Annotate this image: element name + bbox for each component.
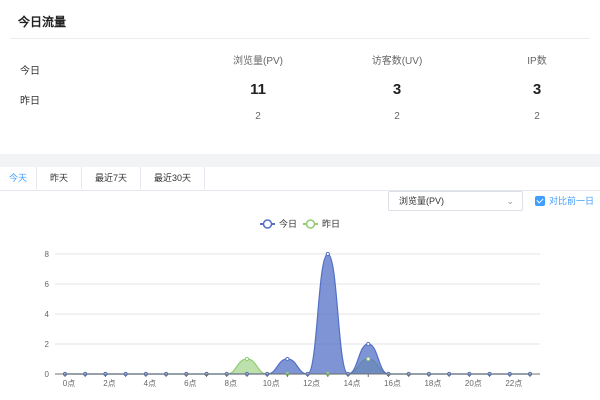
chart-grid [55, 253, 540, 375]
x-tick-label: 16点 [384, 379, 401, 388]
x-tick-label: 10点 [263, 379, 280, 388]
y-tick-label: 8 [45, 250, 50, 259]
x-tick-label: 6点 [184, 379, 196, 388]
y-tick-label: 6 [45, 280, 50, 289]
legend-item-today[interactable]: 今日 [260, 218, 297, 229]
y-tick-label: 2 [45, 340, 50, 349]
chart-legend: 今日 昨日 [260, 218, 340, 229]
y-tick-label: 0 [45, 370, 50, 379]
legend-label-yesterday: 昨日 [322, 218, 340, 229]
data-point-today[interactable] [325, 251, 330, 257]
x-tick-label: 20点 [465, 379, 482, 388]
data-point-yesterday[interactable] [366, 356, 371, 362]
x-tick-label: 2点 [103, 379, 115, 388]
legend-marker-today [262, 219, 273, 229]
legend-item-yesterday[interactable]: 昨日 [303, 218, 340, 229]
x-tick-label: 0点 [63, 379, 75, 388]
legend-marker-yesterday [305, 219, 316, 229]
x-tick-label: 4点 [144, 379, 156, 388]
x-tick-label: 8点 [225, 379, 237, 388]
x-tick-label: 22点 [505, 379, 522, 388]
legend-label-today: 今日 [279, 218, 297, 229]
data-point-today[interactable] [366, 341, 371, 347]
x-tick-label: 18点 [424, 379, 441, 388]
traffic-chart: 今日 昨日 0 2 4 6 8 0点 2点 4点 6点 8点 10点 12点 14点 16点 18点 20点 2… [45, 218, 540, 388]
data-point-yesterday[interactable] [244, 356, 250, 362]
x-tick-label: 12点 [303, 379, 320, 388]
y-tick-label: 4 [45, 310, 50, 319]
x-tick-label: 14点 [344, 379, 361, 388]
data-point-today[interactable] [285, 356, 290, 362]
